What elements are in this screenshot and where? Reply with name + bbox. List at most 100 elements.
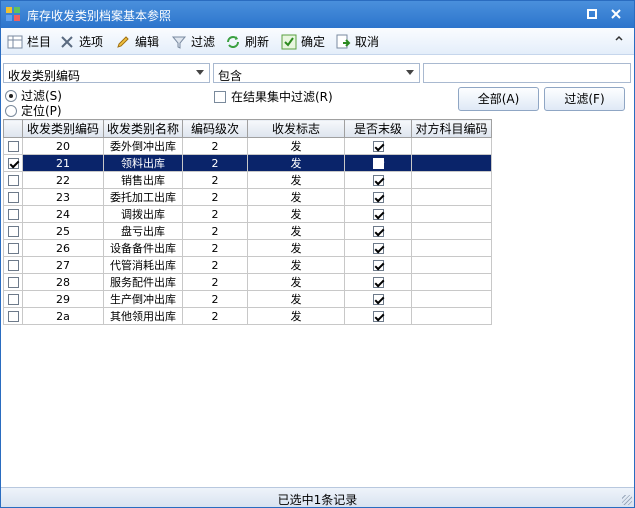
cell-code: 2a — [22, 307, 104, 325]
columns-icon — [7, 35, 23, 48]
table-row[interactable]: 25 盘亏出库 2 发 — [3, 222, 492, 240]
table-row[interactable]: 2a 其他领用出库 2 发 — [3, 307, 492, 325]
radio-filter-dot — [5, 89, 17, 102]
cell-flag: 发 — [247, 222, 345, 240]
confirm-button[interactable]: 确定 — [281, 32, 325, 51]
options-icon — [61, 35, 73, 48]
all-button-label: 全部(A) — [477, 92, 520, 106]
edit-button[interactable]: 编辑 — [115, 32, 159, 51]
cell-account — [411, 171, 492, 189]
row-select-checkbox[interactable] — [3, 307, 23, 325]
refresh-button[interactable]: 刷新 — [225, 32, 269, 51]
status-bar: 已选中1条记录 — [1, 487, 634, 507]
cell-name: 设备备件出库 — [103, 239, 183, 257]
confirm-icon — [281, 34, 297, 49]
cell-name: 领料出库 — [103, 154, 183, 172]
cell-level: 2 — [182, 222, 248, 240]
leaf-checkbox-icon — [372, 226, 384, 237]
column-header[interactable] — [3, 119, 23, 138]
cell-level: 2 — [182, 290, 248, 308]
close-button[interactable] — [608, 6, 624, 22]
table-row[interactable]: 28 服务配件出库 2 发 — [3, 273, 492, 291]
row-select-checkbox[interactable] — [3, 188, 23, 206]
cancel-button[interactable]: 取消 — [335, 32, 379, 51]
cell-level: 2 — [182, 239, 248, 257]
refresh-label: 刷新 — [245, 35, 270, 49]
data-grid: 收发类别编码 收发类别名称 编码级次 收发标志 是否末级 对方科目编码 20 委外倒冲出库 2… — [3, 119, 492, 325]
cell-flag: 发 — [247, 307, 345, 325]
checkbox-icon — [7, 277, 19, 288]
checkbox-icon — [7, 311, 19, 322]
row-select-checkbox[interactable] — [3, 290, 23, 308]
column-header[interactable]: 对方科目编码 — [411, 119, 492, 138]
cell-account — [411, 137, 492, 155]
leaf-checkbox-icon — [372, 192, 384, 203]
cell-leaf — [344, 239, 412, 257]
radio-locate-dot — [5, 104, 17, 117]
field-combo[interactable]: 收发类别编码 — [3, 63, 210, 83]
radio-locate[interactable]: 定位(P) — [5, 102, 62, 119]
cancel-label: 取消 — [355, 35, 380, 49]
columns-button[interactable]: 栏目 — [7, 32, 51, 51]
status-text: 已选中1条记录 — [277, 493, 358, 507]
cell-code: 29 — [22, 290, 104, 308]
cell-level: 2 — [182, 273, 248, 291]
table-row[interactable]: 24 调拨出库 2 发 — [3, 205, 492, 223]
cell-code: 20 — [22, 137, 104, 155]
table-row[interactable]: 22 销售出库 2 发 — [3, 171, 492, 189]
apply-filter-button[interactable]: 过滤(F) — [544, 87, 625, 111]
filter-icon — [171, 36, 187, 49]
table-row[interactable]: 29 生产倒冲出库 2 发 — [3, 290, 492, 308]
leaf-checkbox-icon — [372, 243, 384, 254]
row-select-checkbox[interactable] — [3, 171, 23, 189]
row-select-checkbox[interactable] — [3, 256, 23, 274]
refresh-icon — [227, 35, 239, 48]
filter-button[interactable]: 过滤 — [171, 32, 215, 51]
checkbox-icon — [7, 294, 19, 305]
cell-flag: 发 — [247, 188, 345, 206]
all-button[interactable]: 全部(A) — [458, 87, 539, 111]
table-row[interactable]: 26 设备备件出库 2 发 — [3, 239, 492, 257]
cell-account — [411, 273, 492, 291]
column-header[interactable]: 编码级次 — [182, 119, 248, 138]
checkbox-icon — [7, 192, 19, 203]
maximize-button[interactable] — [584, 6, 600, 22]
cell-account — [411, 222, 492, 240]
title-bar[interactable]: 库存收发类别档案基本参照 — [1, 1, 634, 28]
filter-in-result-checkbox[interactable]: 在结果集中过滤(R) — [214, 88, 333, 105]
filter-value-input[interactable] — [423, 63, 631, 83]
cell-level: 2 — [182, 171, 248, 189]
cell-leaf — [344, 188, 412, 206]
column-header[interactable]: 收发类别名称 — [103, 119, 183, 138]
table-row[interactable]: 23 委托加工出库 2 发 — [3, 188, 492, 206]
cell-leaf — [344, 256, 412, 274]
cell-account — [411, 290, 492, 308]
row-select-checkbox[interactable] — [3, 222, 23, 240]
table-row[interactable]: 27 代管消耗出库 2 发 — [3, 256, 492, 274]
column-header[interactable]: 收发标志 — [247, 119, 345, 138]
row-select-checkbox[interactable] — [3, 273, 23, 291]
cell-level: 2 — [182, 188, 248, 206]
cell-code: 28 — [22, 273, 104, 291]
row-select-checkbox[interactable] — [3, 205, 23, 223]
checkbox-icon — [7, 243, 19, 254]
options-button[interactable]: 选项 — [59, 32, 103, 51]
cell-account — [411, 188, 492, 206]
row-select-checkbox[interactable] — [3, 137, 23, 155]
operator-combo[interactable]: 包含 — [213, 63, 420, 83]
table-row[interactable]: 20 委外倒冲出库 2 发 — [3, 137, 492, 155]
table-row[interactable]: 21 领料出库 2 发 — [3, 154, 492, 172]
cell-leaf — [344, 154, 412, 172]
collapse-chevron-icon[interactable] — [614, 33, 624, 46]
row-select-checkbox[interactable] — [3, 154, 23, 172]
cell-flag: 发 — [247, 273, 345, 291]
checkbox-icon — [7, 226, 19, 237]
column-header[interactable]: 收发类别编码 — [22, 119, 104, 138]
column-header[interactable]: 是否末级 — [344, 119, 412, 138]
cell-name: 委外倒冲出库 — [103, 137, 183, 155]
cell-code: 26 — [22, 239, 104, 257]
cell-level: 2 — [182, 256, 248, 274]
leaf-checkbox-icon — [372, 277, 384, 288]
resize-grip-icon[interactable] — [622, 495, 632, 505]
row-select-checkbox[interactable] — [3, 239, 23, 257]
